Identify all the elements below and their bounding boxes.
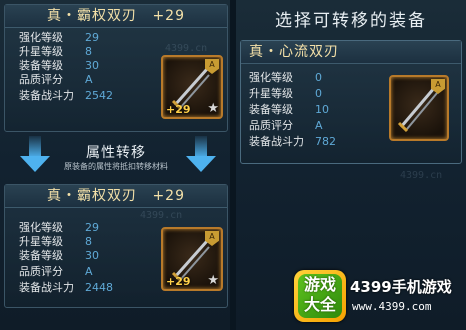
- stat-label: 强化等级: [19, 31, 63, 44]
- stat-value: 2448: [85, 281, 113, 294]
- transfer-title: 属性转移: [86, 145, 146, 161]
- brand-banner: 游戏大全 4399手机游戏 www.4399.com: [294, 270, 464, 326]
- source-equipment-level: +29: [152, 8, 185, 24]
- enhance-badge: +29: [166, 275, 191, 288]
- stat-value: 30: [85, 59, 99, 72]
- brand-site-url: www.4399.com: [352, 300, 432, 313]
- down-arrow-right-icon: [186, 136, 216, 174]
- brand-site-name: 4399手机游戏: [350, 278, 452, 296]
- down-arrow-left-icon: [20, 136, 50, 174]
- stat-value: A: [85, 265, 93, 278]
- stat-value: A: [315, 119, 323, 132]
- candidate-equipment-card[interactable]: 真・心流双刃 强化等级 0 升星等级 0 装备等级 10 品质评分 A 装备战斗力 782…: [240, 40, 462, 164]
- result-equipment-icon[interactable]: A +29 ★: [161, 227, 223, 291]
- stat-value: 0: [315, 71, 322, 84]
- stat-label: 强化等级: [19, 221, 63, 234]
- candidate-equipment-name: 真・心流双刃: [249, 44, 339, 60]
- stat-value: 30: [85, 249, 99, 262]
- candidate-equipment-header: 真・心流双刃: [241, 41, 461, 64]
- result-equipment-level: +29: [152, 188, 185, 204]
- stat-value: A: [85, 73, 93, 86]
- stat-row: 装备战斗力 2542: [19, 89, 113, 103]
- stat-label: 品质评分: [19, 265, 63, 278]
- enhance-badge: +29: [166, 103, 191, 116]
- stat-row: 升星等级 0: [249, 87, 322, 101]
- panel-divider: [230, 0, 236, 330]
- brand-logo: 游戏大全: [294, 270, 346, 322]
- result-equipment-header: 真・霸权双刃 +29: [5, 185, 227, 208]
- stat-label: 强化等级: [249, 71, 293, 84]
- watermark-text: 4399.cn: [140, 210, 183, 221]
- watermark-text: 4399.cn: [165, 43, 208, 54]
- stat-row: 装备等级 10: [249, 103, 329, 117]
- stat-row: 装备等级 30: [19, 249, 99, 263]
- stat-value: 8: [85, 235, 92, 248]
- stat-row: 品质评分 A: [19, 265, 93, 279]
- stat-row: 装备等级 30: [19, 59, 99, 73]
- source-equipment-header: 真・霸权双刃 +29: [5, 5, 227, 28]
- selection-title: 选择可转移的装备: [275, 11, 427, 31]
- watermark-text: 4399.cn: [400, 170, 443, 181]
- candidate-equipment-icon[interactable]: A: [389, 75, 449, 141]
- stat-row: 品质评分 A: [249, 119, 323, 133]
- star-icon: ★: [207, 101, 219, 116]
- stat-label: 升星等级: [249, 87, 293, 100]
- stat-label: 装备战斗力: [19, 281, 74, 294]
- game-screen: 真・霸权双刃 +29 强化等级 29 升星等级 8 装备等级 30 品质评分 A 装备战…: [0, 0, 466, 330]
- stat-label: 品质评分: [249, 119, 293, 132]
- result-equipment-panel: 真・霸权双刃 +29 强化等级 29 升星等级 8 装备等级 30 品质评分 A 装备战…: [4, 184, 228, 308]
- stat-row: 装备战斗力 2448: [19, 281, 113, 295]
- stat-value: 8: [85, 45, 92, 58]
- stat-label: 装备等级: [19, 59, 63, 72]
- brand-logo-text: 游戏大全: [303, 275, 336, 314]
- star-icon: ★: [207, 273, 219, 288]
- stat-row: 装备战斗力 782: [249, 135, 336, 149]
- source-equipment-name: 真・霸权双刃: [47, 8, 137, 24]
- stat-label: 装备战斗力: [249, 135, 304, 148]
- source-equipment-icon[interactable]: A +29 ★: [161, 55, 223, 119]
- stat-value: 29: [85, 31, 99, 44]
- stat-value: 2542: [85, 89, 113, 102]
- stat-label: 品质评分: [19, 73, 63, 86]
- stat-label: 升星等级: [19, 45, 63, 58]
- stat-label: 装备等级: [19, 249, 63, 262]
- stat-row: 品质评分 A: [19, 73, 93, 87]
- stat-row: 升星等级 8: [19, 45, 92, 59]
- stat-row: 强化等级 0: [249, 71, 322, 85]
- stat-value: 10: [315, 103, 329, 116]
- stat-row: 升星等级 8: [19, 235, 92, 249]
- stat-value: 0: [315, 87, 322, 100]
- transfer-note: 原装备的属性将抵扣转移材料: [64, 162, 168, 171]
- stat-label: 装备等级: [249, 103, 293, 116]
- stat-row: 强化等级 29: [19, 31, 99, 45]
- stat-value: 29: [85, 221, 99, 234]
- stat-label: 装备战斗力: [19, 89, 74, 102]
- stat-label: 升星等级: [19, 235, 63, 248]
- result-equipment-name: 真・霸权双刃: [47, 188, 137, 204]
- source-equipment-panel: 真・霸权双刃 +29 强化等级 29 升星等级 8 装备等级 30 品质评分 A 装备战…: [4, 4, 228, 132]
- stat-row: 强化等级 29: [19, 221, 99, 235]
- stat-value: 782: [315, 135, 336, 148]
